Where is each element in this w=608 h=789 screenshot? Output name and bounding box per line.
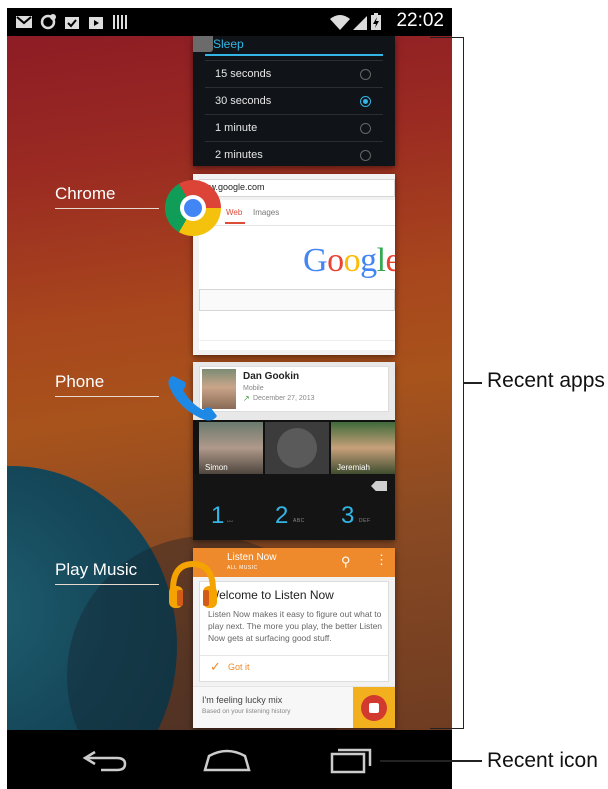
outgoing-call-icon: ↗ bbox=[243, 394, 250, 403]
task-icon bbox=[65, 17, 79, 29]
wifi-icon bbox=[330, 15, 350, 30]
default-avatar-icon bbox=[277, 428, 317, 468]
url-bar[interactable]: ww.google.com bbox=[199, 179, 395, 197]
favorite-name: Jeremiah bbox=[337, 463, 370, 472]
favorite-contact[interactable] bbox=[265, 422, 329, 474]
chrome-icon[interactable] bbox=[165, 180, 221, 236]
barcode-icon bbox=[113, 15, 127, 29]
app-label-chrome: Chrome bbox=[55, 184, 116, 203]
dial-key-sub: ᴗᴗ bbox=[227, 518, 234, 524]
lucky-mix-art bbox=[353, 687, 395, 728]
sleep-option-label: 1 minute bbox=[215, 122, 258, 134]
search-icon[interactable]: ⚲ bbox=[341, 554, 351, 570]
google-logo-letter: l bbox=[376, 242, 386, 279]
check-icon: ✓ bbox=[210, 659, 221, 674]
dial-key-2[interactable]: 2 bbox=[275, 502, 288, 530]
overflow-menu-icon[interactable]: ⋮ bbox=[375, 552, 388, 568]
favorite-name: Simon bbox=[205, 463, 228, 472]
recent-card-settings[interactable]: Sleep 15 seconds 30 seconds 1 minute 2 m… bbox=[193, 36, 395, 166]
google-logo-letter: g bbox=[360, 242, 377, 279]
sleep-option-label: 2 minutes bbox=[215, 149, 263, 161]
sleep-option[interactable]: 1 minute bbox=[205, 114, 383, 141]
dial-key-sub: DEF bbox=[359, 518, 371, 524]
welcome-title: Welcome to Listen Now bbox=[208, 588, 334, 602]
callout-line bbox=[464, 382, 482, 384]
sleep-option[interactable]: 2 minutes bbox=[205, 141, 383, 166]
radio-button[interactable] bbox=[360, 123, 371, 134]
recent-apps-bracket bbox=[430, 37, 464, 729]
divider bbox=[199, 225, 395, 226]
favorites-row: Simon Jeremiah bbox=[193, 422, 395, 474]
sleep-option-label: 15 seconds bbox=[215, 68, 272, 80]
recent-apps-button[interactable] bbox=[322, 740, 382, 780]
google-page: Web Images Google bbox=[199, 200, 395, 350]
sleep-option[interactable]: 30 seconds bbox=[205, 87, 383, 114]
call-date-row: ↗ December 27, 2013 bbox=[243, 394, 363, 405]
google-search-box[interactable] bbox=[199, 289, 395, 311]
app-label-phone: Phone bbox=[55, 372, 105, 391]
battery-icon bbox=[371, 13, 381, 30]
back-button[interactable] bbox=[77, 740, 137, 780]
divider bbox=[199, 340, 395, 341]
divider bbox=[200, 655, 388, 656]
signal-icon bbox=[353, 16, 367, 30]
phone-screen: 22:02 Sleep 15 seconds 30 seconds 1 minu… bbox=[7, 8, 452, 789]
dial-key-sub: ABC bbox=[293, 518, 305, 524]
status-bar: 22:02 bbox=[7, 8, 452, 36]
app-label-rule bbox=[55, 396, 159, 397]
contact-type: Mobile bbox=[243, 385, 264, 392]
google-logo-letter: e bbox=[385, 242, 395, 279]
favorite-contact[interactable]: Simon bbox=[199, 422, 263, 474]
sync-icon bbox=[40, 14, 56, 30]
recent-card-play-music[interactable]: Listen Now ALL MUSIC ⚲ ⋮ Welcome to List… bbox=[193, 548, 395, 728]
music-header-title: Listen Now bbox=[227, 552, 277, 563]
contact-name: Dan Gookin bbox=[243, 371, 300, 382]
lucky-mix-title: I'm feeling lucky mix bbox=[202, 695, 283, 705]
lucky-mix-subtitle: Based on your listening history bbox=[202, 708, 291, 715]
phone-icon[interactable] bbox=[165, 368, 225, 424]
callout-recent-apps: Recent apps bbox=[487, 369, 605, 392]
google-logo: Google bbox=[303, 242, 395, 280]
recent-card-chrome[interactable]: ww.google.com Web Images Google bbox=[193, 174, 395, 355]
dice-icon bbox=[361, 695, 387, 721]
tab-web[interactable]: Web bbox=[226, 208, 242, 217]
favorite-contact[interactable]: Jeremiah bbox=[331, 422, 395, 474]
callout-line bbox=[380, 760, 482, 762]
gmail-icon bbox=[16, 16, 32, 28]
dial-key-3[interactable]: 3 bbox=[341, 502, 354, 530]
sleep-option-label: 30 seconds bbox=[215, 95, 272, 107]
recent-call-entry[interactable]: Dan Gookin Mobile ↗ December 27, 2013 bbox=[199, 366, 389, 412]
tab-indicator bbox=[225, 222, 245, 224]
tab-images[interactable]: Images bbox=[253, 208, 279, 217]
app-label-rule bbox=[55, 584, 159, 585]
lucky-mix-card[interactable]: I'm feeling lucky mix Based on your list… bbox=[193, 686, 395, 728]
play-store-icon bbox=[89, 17, 103, 29]
google-logo-letter: o bbox=[327, 242, 344, 279]
sleep-option[interactable]: 15 seconds bbox=[205, 60, 383, 87]
music-header-subtitle: ALL MUSIC bbox=[227, 565, 258, 571]
status-time: 22:02 bbox=[396, 10, 444, 31]
sleep-title: Sleep bbox=[213, 37, 244, 51]
welcome-body: Listen Now makes it easy to figure out w… bbox=[208, 609, 383, 643]
radio-button[interactable] bbox=[360, 69, 371, 80]
radio-button[interactable] bbox=[360, 150, 371, 161]
welcome-card: Welcome to Listen Now Listen Now makes i… bbox=[199, 581, 389, 682]
dialpad: 1 ᴗᴗ 2 ABC 3 DEF bbox=[193, 474, 395, 540]
music-header: Listen Now ALL MUSIC ⚲ ⋮ bbox=[193, 548, 395, 577]
dial-key-1[interactable]: 1 bbox=[211, 502, 224, 530]
backspace-icon[interactable] bbox=[371, 481, 387, 491]
app-label-play-music: Play Music bbox=[55, 560, 138, 579]
app-label-rule bbox=[55, 208, 159, 209]
headphones-icon[interactable] bbox=[165, 556, 221, 612]
google-logo-letter: o bbox=[343, 242, 361, 279]
radio-button-selected[interactable] bbox=[360, 96, 371, 107]
call-date: December 27, 2013 bbox=[253, 395, 315, 402]
callout-recent-icon: Recent icon bbox=[487, 749, 598, 772]
got-it-button[interactable]: Got it bbox=[228, 662, 250, 672]
sleep-title-bar: Sleep bbox=[193, 36, 383, 56]
google-logo-letter: G bbox=[303, 242, 328, 279]
home-button[interactable] bbox=[197, 740, 257, 780]
settings-app-icon bbox=[193, 36, 213, 52]
